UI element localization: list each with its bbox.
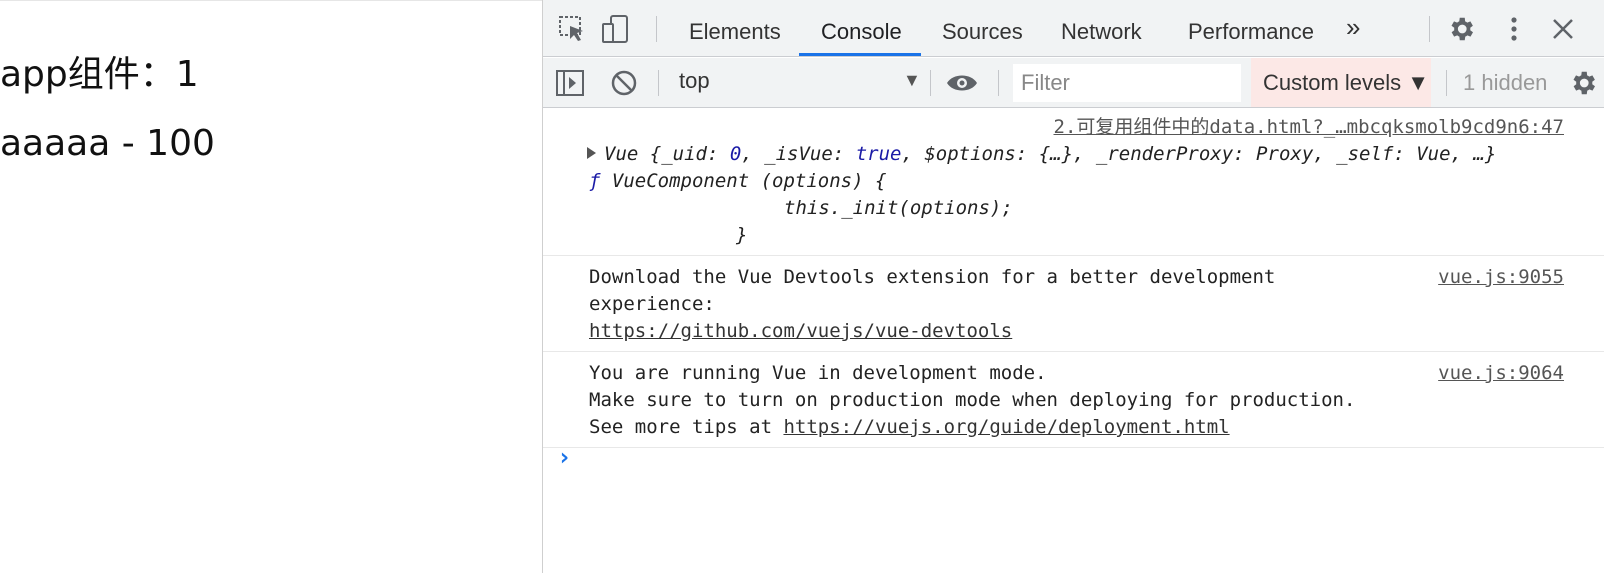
message-text: Download the Vue Devtools extension for … bbox=[589, 266, 1276, 288]
message-text: experience: bbox=[589, 293, 715, 315]
close-icon[interactable] bbox=[1548, 14, 1578, 44]
message-source-link[interactable]: vue.js:9064 bbox=[1438, 360, 1564, 387]
page-viewport: app组件：1 aaaaa - 100 bbox=[0, 0, 542, 573]
object-text: , $options: {…}, _renderProxy: Proxy, _s… bbox=[901, 143, 1497, 165]
hidden-count-badge: 1 hidden bbox=[1463, 70, 1548, 95]
chevron-down-icon[interactable]: ▼ bbox=[903, 70, 921, 91]
message-source-link[interactable]: 2.可复用组件中的data.html?_…mbcqksmolb9cd9n6:47 bbox=[589, 114, 1565, 141]
function-preview[interactable]: ƒ VueComponent (options) { bbox=[589, 168, 1564, 195]
console-prompt-icon[interactable]: › bbox=[557, 443, 571, 471]
console-toolbar: top ▼ Custom levels ▼ 1 hidden bbox=[543, 58, 1604, 108]
tab-sources[interactable]: Sources bbox=[942, 0, 1023, 57]
console-message: vue.js:9064 You are running Vue in devel… bbox=[543, 352, 1604, 448]
active-tab-indicator bbox=[799, 53, 921, 56]
tab-console[interactable]: Console bbox=[821, 0, 902, 57]
divider bbox=[656, 16, 657, 42]
function-signature: VueComponent (options) { bbox=[600, 170, 887, 192]
divider bbox=[658, 70, 659, 96]
function-symbol: ƒ bbox=[589, 170, 601, 192]
function-body-line: this._init(options); bbox=[784, 197, 1013, 219]
object-text: Vue {_uid: bbox=[604, 143, 730, 165]
devtools-tabbar: Elements Console Sources Network Perform… bbox=[543, 0, 1604, 57]
log-levels-dropdown[interactable]: Custom levels ▼ bbox=[1251, 58, 1431, 107]
devtools-url-link[interactable]: https://github.com/vuejs/vue-devtools bbox=[589, 320, 1012, 342]
show-sidebar-icon[interactable] bbox=[555, 68, 585, 98]
divider bbox=[930, 70, 931, 96]
more-options-icon[interactable] bbox=[1499, 14, 1529, 44]
app-component-text: app组件：1 bbox=[0, 54, 199, 95]
devtools-panel: Elements Console Sources Network Perform… bbox=[542, 0, 1604, 573]
console-settings-gear-icon[interactable] bbox=[1568, 68, 1598, 98]
message-text: Make sure to turn on production mode whe… bbox=[589, 389, 1356, 411]
divider bbox=[1446, 70, 1447, 96]
tab-performance[interactable]: Performance bbox=[1188, 0, 1314, 57]
console-messages: 2.可复用组件中的data.html?_…mbcqksmolb9cd9n6:47… bbox=[543, 108, 1604, 471]
deployment-guide-link[interactable]: https://vuejs.org/guide/deployment.html bbox=[783, 416, 1229, 438]
tab-elements[interactable]: Elements bbox=[689, 0, 781, 57]
tab-network[interactable]: Network bbox=[1061, 0, 1142, 57]
message-text: See more tips at bbox=[589, 416, 784, 438]
filter-input[interactable] bbox=[1013, 64, 1241, 102]
object-uid-value: 0 bbox=[729, 143, 742, 165]
console-message: 2.可复用组件中的data.html?_…mbcqksmolb9cd9n6:47… bbox=[543, 108, 1604, 256]
device-toolbar-icon[interactable] bbox=[599, 14, 629, 44]
object-preview[interactable]: Vue {_uid: 0, _isVue: true, $options: {…… bbox=[587, 141, 1564, 168]
clear-console-icon[interactable] bbox=[609, 68, 639, 98]
message-text: You are running Vue in development mode. bbox=[589, 362, 1047, 384]
function-closing-brace: } bbox=[736, 224, 748, 246]
child-component-text: aaaaa - 100 bbox=[0, 123, 215, 164]
live-expression-eye-icon[interactable] bbox=[945, 68, 977, 98]
inspect-element-icon[interactable] bbox=[557, 14, 587, 44]
object-text: , _isVue: bbox=[741, 143, 856, 165]
context-selector[interactable]: top bbox=[679, 68, 710, 94]
settings-gear-icon[interactable] bbox=[1446, 14, 1476, 44]
message-source-link[interactable]: vue.js:9055 bbox=[1438, 264, 1564, 291]
divider bbox=[1429, 16, 1430, 42]
expand-triangle-icon[interactable] bbox=[587, 147, 596, 159]
object-isvue-value: true bbox=[855, 143, 902, 165]
divider bbox=[998, 70, 999, 96]
console-message: vue.js:9055 Download the Vue Devtools ex… bbox=[543, 256, 1604, 352]
more-tabs-icon[interactable]: » bbox=[1346, 12, 1360, 43]
